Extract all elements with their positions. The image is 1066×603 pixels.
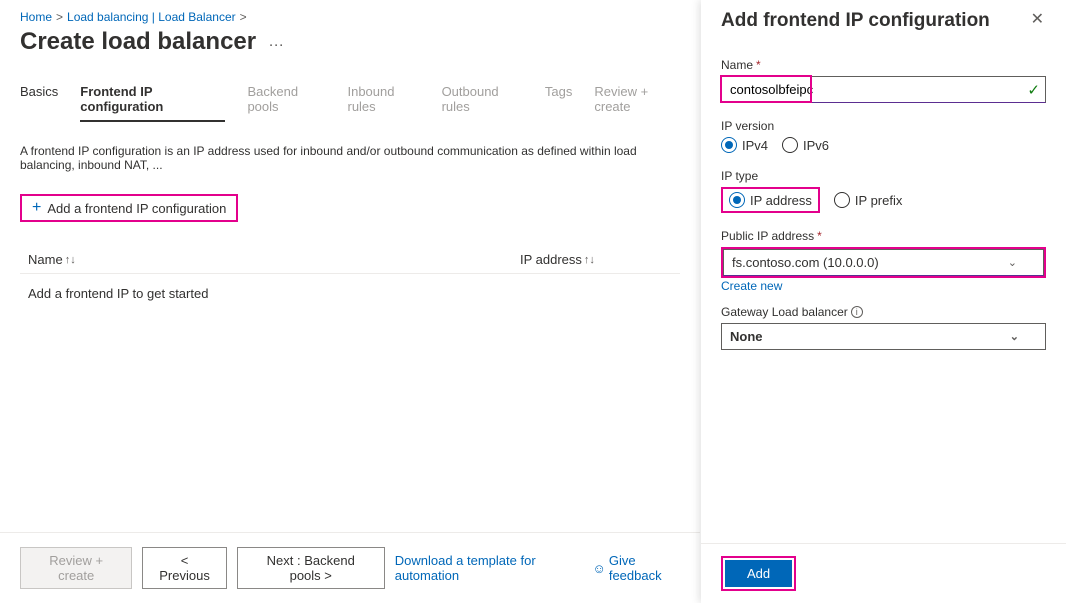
radio-circle-icon — [834, 192, 850, 208]
add-frontend-ip-label: Add a frontend IP configuration — [47, 201, 226, 216]
add-frontend-ip-panel: Add frontend IP configuration ✕ Name* ✓ … — [701, 0, 1066, 603]
info-icon[interactable]: i — [851, 306, 863, 318]
column-header-ipaddress[interactable]: IP address ↑↓ — [520, 252, 595, 267]
radio-ipv6[interactable]: IPv6 — [782, 137, 829, 153]
description-text: A frontend IP configuration is an IP add… — [20, 144, 680, 172]
plus-icon: + — [32, 200, 41, 216]
chevron-down-icon: ⌄ — [1008, 256, 1017, 269]
tab-frontend-ip[interactable]: Frontend IP configuration — [80, 84, 225, 122]
add-frontend-ip-button[interactable]: + Add a frontend IP configuration — [20, 194, 238, 222]
checkmark-icon: ✓ — [1027, 81, 1040, 99]
public-ip-label: Public IP address* — [721, 229, 1046, 243]
column-header-name-label: Name — [28, 252, 63, 267]
required-asterisk: * — [756, 58, 761, 72]
radio-ipv4[interactable]: IPv4 — [721, 137, 768, 153]
required-asterisk: * — [817, 229, 822, 243]
table-empty-row: Add a frontend IP to get started — [20, 274, 680, 313]
tab-outbound-rules[interactable]: Outbound rules — [442, 84, 523, 122]
tab-backend-pools[interactable]: Backend pools — [247, 84, 325, 122]
radio-ip-prefix-label: IP prefix — [855, 193, 902, 208]
column-header-ipaddress-label: IP address — [520, 252, 582, 267]
review-create-button: Review + create — [20, 547, 132, 589]
radio-ip-address[interactable]: IP address — [729, 192, 812, 208]
highlight-box: IP address — [721, 187, 820, 213]
public-ip-select[interactable]: fs.contoso.com (10.0.0.0) ⌄ — [723, 249, 1044, 276]
download-template-link[interactable]: Download a template for automation — [395, 553, 579, 583]
chevron-down-icon: ⌄ — [1010, 330, 1019, 343]
tab-tags[interactable]: Tags — [545, 84, 572, 122]
highlight-box: Add — [721, 556, 796, 591]
gateway-lb-label: Gateway Load balancer i — [721, 305, 1046, 319]
radio-ip-address-label: IP address — [750, 193, 812, 208]
chevron-right-icon: > — [56, 10, 63, 24]
page-title: Create load balancer — [20, 28, 256, 56]
chevron-right-icon: > — [240, 10, 247, 24]
frontend-ip-table: Name ↑↓ IP address ↑↓ Add a frontend IP … — [20, 246, 680, 313]
next-button[interactable]: Next : Backend pools > — [237, 547, 385, 589]
gateway-lb-select[interactable]: None ⌄ — [721, 323, 1046, 350]
highlight-box: fs.contoso.com (10.0.0.0) ⌄ — [721, 247, 1046, 278]
radio-ipv6-label: IPv6 — [803, 138, 829, 153]
name-label: Name* — [721, 58, 1046, 72]
sort-icon: ↑↓ — [65, 254, 76, 266]
public-ip-value: fs.contoso.com (10.0.0.0) — [732, 255, 879, 270]
more-actions-icon[interactable]: … — [264, 33, 288, 51]
feedback-icon: ☺ — [593, 561, 606, 576]
panel-title: Add frontend IP configuration — [721, 10, 990, 32]
radio-ipv4-label: IPv4 — [742, 138, 768, 153]
sort-icon: ↑↓ — [584, 254, 595, 266]
radio-ip-prefix[interactable]: IP prefix — [834, 192, 902, 208]
close-icon[interactable]: ✕ — [1029, 10, 1046, 30]
column-header-name[interactable]: Name ↑↓ — [20, 252, 520, 267]
give-feedback-link[interactable]: ☺ Give feedback — [593, 553, 680, 583]
page-footer: Review + create < Previous Next : Backen… — [0, 532, 700, 603]
breadcrumb-loadbalancing[interactable]: Load balancing | Load Balancer — [67, 10, 236, 24]
add-button[interactable]: Add — [725, 560, 792, 587]
radio-circle-icon — [729, 192, 745, 208]
breadcrumb-home[interactable]: Home — [20, 10, 52, 24]
radio-circle-icon — [721, 137, 737, 153]
previous-button[interactable]: < Previous — [142, 547, 226, 589]
ip-type-label: IP type — [721, 169, 1046, 183]
breadcrumb: Home > Load balancing | Load Balancer > — [20, 10, 680, 24]
give-feedback-label: Give feedback — [609, 553, 680, 583]
radio-circle-icon — [782, 137, 798, 153]
tab-inbound-rules[interactable]: Inbound rules — [347, 84, 419, 122]
tabs: Basics Frontend IP configuration Backend… — [20, 84, 680, 122]
tab-basics[interactable]: Basics — [20, 84, 58, 122]
name-input[interactable] — [721, 76, 1046, 103]
create-new-link[interactable]: Create new — [721, 279, 782, 293]
tab-review-create[interactable]: Review + create — [594, 84, 680, 122]
ip-version-label: IP version — [721, 119, 1046, 133]
gateway-lb-value: None — [730, 329, 763, 344]
